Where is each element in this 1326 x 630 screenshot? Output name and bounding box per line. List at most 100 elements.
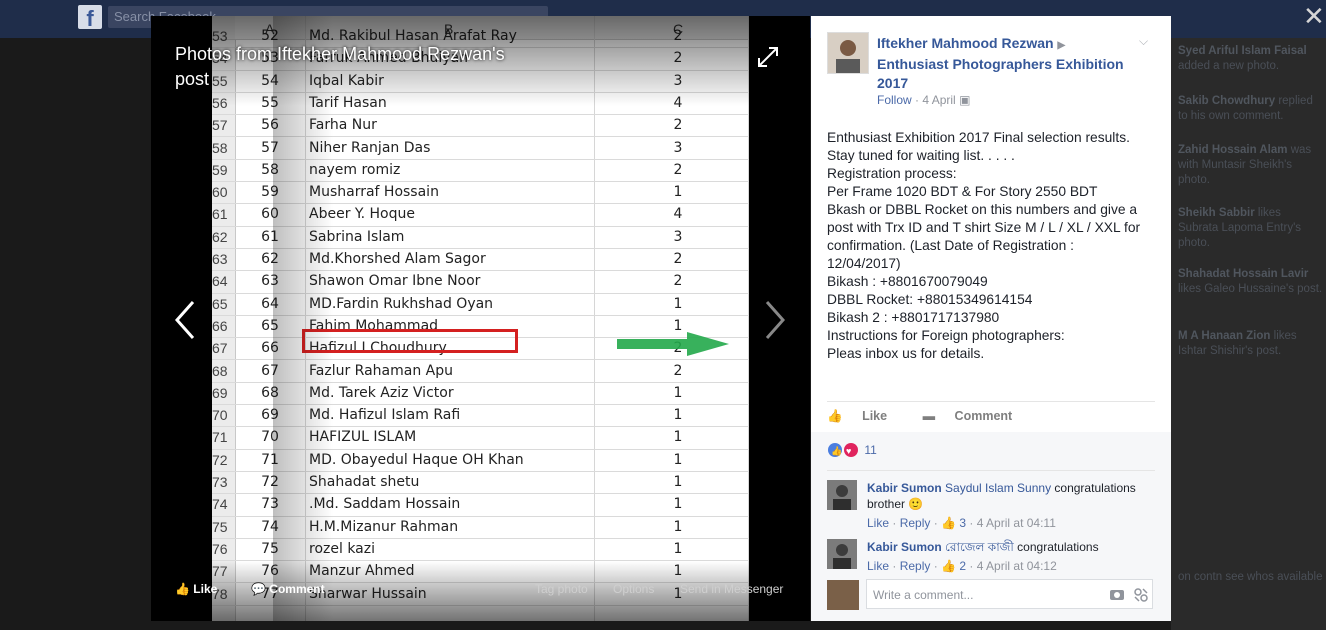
reactions-summary[interactable]: 👍 ♥ 11 <box>827 442 877 461</box>
cell-c: 2 <box>673 362 683 379</box>
background-feed-item[interactable]: Syed Ariful Islam Faisal added a new pho… <box>1178 44 1323 74</box>
next-photo-icon[interactable] <box>763 300 787 340</box>
row-number: 61 <box>212 206 228 223</box>
post-body-line: Bikash 2 : +8801717137980 <box>827 310 1000 325</box>
thumb-up-icon: 👍 <box>941 559 956 573</box>
cell-b: Md.Khorshed Alam Sagor <box>309 251 486 267</box>
comment-time[interactable]: 4 April at 04:11 <box>977 516 1056 530</box>
background-feed-item[interactable]: M A Hanaan Zion likes Ishtar Shishir's p… <box>1178 329 1323 359</box>
viewer-comment-button[interactable]: 💬 Comment <box>251 582 325 596</box>
feed-item-text: on contn see whos available <box>1178 571 1323 583</box>
comment-like-count[interactable]: 2 <box>959 559 966 573</box>
post-body-line: Instructions for Foreign photographers: <box>827 328 1065 343</box>
comment-like-count[interactable]: 3 <box>959 516 966 530</box>
post-body-line: Registration process: <box>827 166 957 181</box>
post-body-line: Per Frame 1020 BDT & For Story 2550 BDT <box>827 184 1098 199</box>
feed-item-name: Sakib Chowdhury <box>1178 95 1276 107</box>
commenter-name[interactable]: Kabir Sumon <box>867 540 942 554</box>
row-number: 66 <box>212 317 228 334</box>
author-avatar[interactable] <box>827 32 869 74</box>
background-feed-item[interactable]: Sheikh Sabbir likes Subrata Lapoma Entry… <box>1178 206 1323 251</box>
user-avatar <box>827 580 859 610</box>
tagged-person[interactable]: Saydul Islam Sunny <box>945 481 1051 495</box>
viewer-like-button[interactable]: 👍 Like <box>175 582 217 596</box>
comment-text: Kabir Sumon রোজেল কাজী congratulations Li… <box>867 539 1157 574</box>
background-feed-item[interactable]: Sakib Chowdhury replied to his own comme… <box>1178 94 1323 124</box>
row-number: 72 <box>212 451 228 468</box>
row-number: 65 <box>212 295 228 312</box>
camera-icon[interactable] <box>1109 587 1125 601</box>
comment-like-button[interactable]: Like <box>867 516 889 530</box>
author-name[interactable]: Iftekher Mahmood Rezwan <box>877 35 1054 51</box>
post-body-line: Stay tuned for waiting list. . . . . <box>827 148 1015 163</box>
thumb-up-icon: 👍 <box>175 582 190 596</box>
cell-c: 3 <box>673 139 683 156</box>
tagged-person[interactable]: রোজেল কাজী <box>945 540 1014 554</box>
post-date[interactable]: 4 April <box>922 93 955 107</box>
cell-c: 1 <box>673 474 683 490</box>
cell-b: MD. Obayedul Haque OH Khan <box>309 451 524 468</box>
post-body-line: Bikash : +8801670079049 <box>827 274 988 289</box>
like-label: Like <box>862 409 888 423</box>
cell-c: 1 <box>673 496 683 513</box>
viewer-like-label: Like <box>193 582 218 596</box>
comment-time[interactable]: 4 April at 04:12 <box>977 559 1057 573</box>
background-feed-item[interactable]: Shahadat Hossain Lavir likes Galeo Hussa… <box>1178 267 1323 297</box>
feed-item-text: likes Galeo Hussaine's post. <box>1178 283 1323 295</box>
commenter-name[interactable]: Kabir Sumon <box>867 481 942 495</box>
cell-c: 1 <box>673 540 683 557</box>
comment-button[interactable]: ▬ Comment <box>923 409 1029 423</box>
svg-text:♥: ♥ <box>846 446 851 456</box>
cell-c: 1 <box>673 518 683 535</box>
comment-icon: ▬ <box>922 409 936 423</box>
background-feed-item[interactable]: on contn see whos available <box>1178 570 1323 585</box>
spreadsheet-photo: A B C 5352Md. Rakibul Hasan Arafat Ray25… <box>212 16 749 621</box>
cell-b: Shawon Omar Ibne Noor <box>309 273 481 290</box>
close-icon[interactable]: ✕ <box>1303 2 1325 30</box>
shade <box>273 16 333 621</box>
photo-title: Photos from Iftekher Mahmood Rezwan's po… <box>175 44 505 89</box>
comment-reply-button[interactable]: Reply <box>900 559 931 573</box>
row-number: 69 <box>212 384 228 401</box>
cell-c: 1 <box>673 184 683 201</box>
comment-icon: 💬 <box>251 582 266 596</box>
send-in-messenger-button[interactable]: Send in Messenger <box>680 582 783 596</box>
group-name[interactable]: Enthusiast Photographers Exhibition 2017 <box>877 56 1124 91</box>
row-number: 62 <box>212 228 228 245</box>
sticker-icon[interactable] <box>1133 587 1149 603</box>
post-body-line: Enthusiast Exhibition 2017 Final selecti… <box>827 130 1130 145</box>
like-button[interactable]: 👍 Like <box>827 409 903 423</box>
divider <box>827 470 1155 471</box>
fullscreen-icon[interactable] <box>757 46 779 68</box>
green-arrow-icon <box>617 332 729 356</box>
tag-photo-button[interactable]: Tag photo <box>535 582 588 596</box>
comment-reply-button[interactable]: Reply <box>900 516 931 530</box>
options-button[interactable]: Options <box>613 582 654 596</box>
row-number: 60 <box>212 184 228 201</box>
photo-viewer: A B C 5352Md. Rakibul Hasan Arafat Ray25… <box>151 16 810 621</box>
commenter-avatar[interactable] <box>827 539 857 569</box>
feed-item-name: Zahid Hossain Alam <box>1178 144 1288 156</box>
cell-c: 1 <box>673 429 683 446</box>
smile-emoji-icon: 🙂 <box>908 497 924 511</box>
cell-c: 2 <box>673 273 683 290</box>
cell-b: MD.Fardin Rukhshad Oyan <box>309 295 494 312</box>
follow-link[interactable]: Follow <box>877 93 912 107</box>
cell-c: 2 <box>673 161 683 178</box>
arrow-right-icon: ▶ <box>1057 40 1066 51</box>
viewer-comment-label: Comment <box>269 582 325 596</box>
background-feed-item[interactable]: Zahid Hossain Alam was with Muntasir She… <box>1178 143 1323 188</box>
post-actions: 👍 Like ▬ Comment <box>827 409 1044 424</box>
post-meta: Follow · 4 April ▣ <box>877 93 970 107</box>
facebook-logo-icon[interactable]: f <box>78 5 102 29</box>
post-body-line: post with Trx ID and T shirt Size M / L … <box>827 220 1141 235</box>
previous-photo-icon[interactable] <box>173 300 197 340</box>
chevron-down-icon[interactable]: ⌵ <box>1139 34 1148 49</box>
commenter-avatar[interactable] <box>827 480 857 510</box>
post-body: Enthusiast Exhibition 2017 Final selecti… <box>827 129 1162 363</box>
thumb-up-icon: 👍 <box>827 409 843 423</box>
post-body-line: Bkash or DBBL Rocket on this numbers and… <box>827 202 1138 217</box>
comment-like-button[interactable]: Like <box>867 559 889 573</box>
post-body-line: Pleas inbox us for details. <box>827 346 985 361</box>
comment-label: Comment <box>954 409 1013 423</box>
